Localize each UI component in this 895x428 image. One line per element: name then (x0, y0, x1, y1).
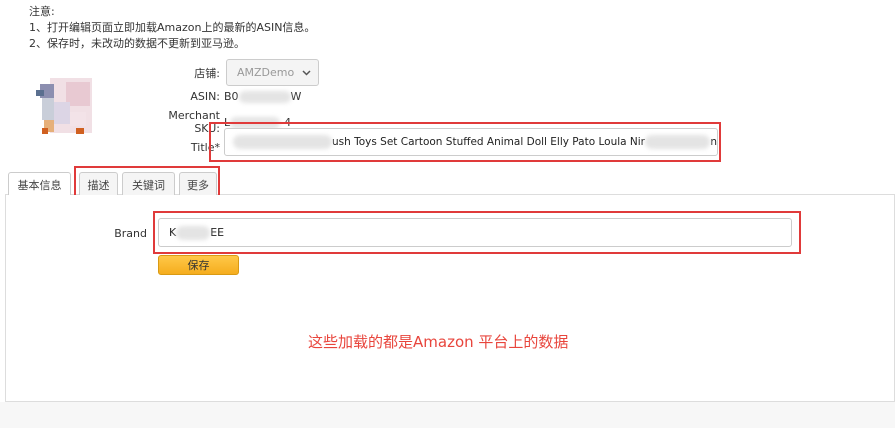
chevron-down-icon (302, 70, 311, 76)
asin-label: ASIN: (190, 90, 220, 103)
shop-label: 店铺: (194, 67, 220, 80)
notes-line-2: 2、保存时，未改动的数据不更新到亚马逊。 (29, 37, 245, 50)
tab-basic-info[interactable]: 基本信息 (8, 172, 71, 197)
shop-select-value: AMZDemo (237, 66, 295, 79)
title-highlight-box (209, 122, 721, 162)
brand-highlight-box (153, 211, 801, 254)
notes-panel: 注意: 1、打开编辑页面立即加载Amazon上的最新的ASIN信息。 2、保存时… (29, 4, 315, 52)
tabs-highlight-box (74, 166, 220, 197)
notes-line-1: 1、打开编辑页面立即加载Amazon上的最新的ASIN信息。 (29, 21, 316, 34)
notes-heading: 注意: (29, 5, 55, 18)
shop-select[interactable]: AMZDemo (226, 59, 319, 86)
product-thumbnail (30, 68, 100, 138)
brand-label: Brand (114, 227, 147, 240)
amazon-listing-editor: 注意: 1、打开编辑页面立即加载Amazon上的最新的ASIN信息。 2、保存时… (0, 0, 895, 428)
save-button[interactable]: 保存 (158, 255, 239, 275)
asin-value: B0 W (224, 90, 302, 103)
bottom-strip (0, 402, 895, 428)
annotation-text: 这些加载的都是Amazon 平台上的数据 (308, 333, 569, 351)
sku-label: Merchant SKU: (168, 109, 220, 135)
